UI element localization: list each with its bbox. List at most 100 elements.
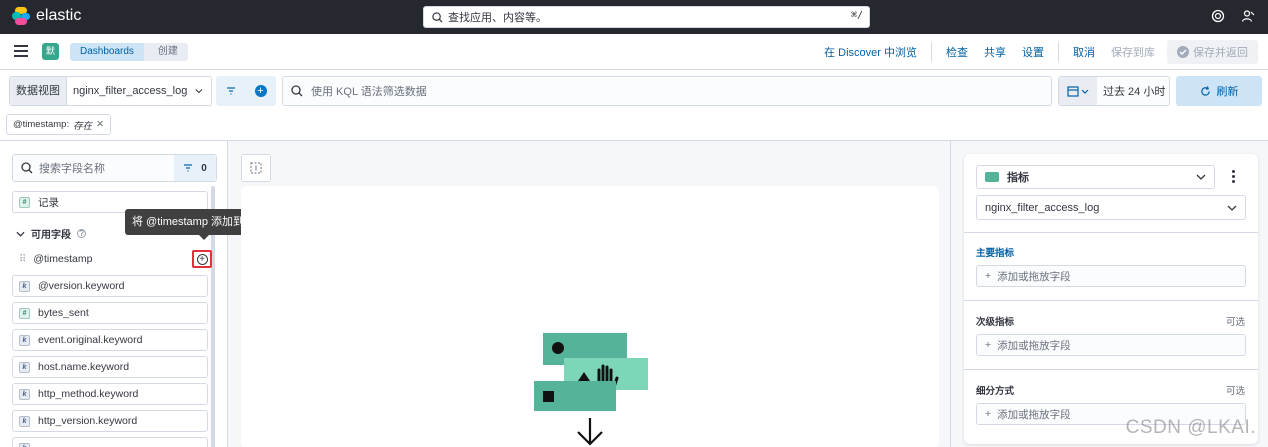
search-icon [432, 11, 443, 23]
plus-icon: + [985, 339, 992, 351]
filter-pill-value: 存在 [73, 120, 93, 132]
workspace-canvas[interactable] [241, 186, 939, 447]
plus-circle-icon: + [196, 253, 208, 265]
filter-buttons: + [216, 76, 276, 106]
layer-dataview-select[interactable]: nginx_filter_access_log [976, 195, 1246, 220]
question-icon[interactable]: ? [77, 229, 86, 238]
field-search-input[interactable]: 搜索字段名称 0 [12, 154, 217, 182]
search-icon [291, 85, 303, 97]
field-item[interactable]: k host.name.keyword [12, 356, 208, 378]
filter-icon[interactable] [226, 87, 236, 95]
dropzone-hint: 添加或拖放字段 [997, 339, 1071, 352]
elastic-logo[interactable]: elastic [12, 7, 81, 25]
app-header: 默 Dashboards 创建 在 Discover 中浏览 检查 共享 设置 … [0, 34, 1268, 70]
drag-handle-icon[interactable]: ⠿ [19, 254, 26, 265]
settings-link[interactable]: 设置 [1014, 44, 1052, 60]
chevron-down-icon [1227, 205, 1237, 211]
kql-placeholder: 使用 KQL 语法筛选数据 [311, 86, 427, 98]
menu-icon[interactable] [14, 45, 28, 57]
dataview-picker[interactable]: 数据视图 nginx_filter_access_log [9, 76, 212, 106]
secondary-metric-dropzone[interactable]: + 添加或拖放字段 [976, 334, 1246, 356]
field-label: bytes_sent [38, 307, 89, 319]
header-actions: 在 Discover 中浏览 检查 共享 设置 取消 保存到库 保存并返回 [816, 34, 1258, 70]
inspect-link[interactable]: 检查 [938, 44, 976, 60]
available-fields-header[interactable]: 可用字段 ? [16, 226, 86, 241]
field-label: host.name.keyword [38, 361, 130, 373]
cancel-link[interactable]: 取消 [1065, 44, 1103, 60]
calendar-icon[interactable] [1059, 77, 1097, 105]
keyword-type-icon: k [19, 334, 30, 346]
number-type-icon: # [19, 307, 30, 319]
field-item[interactable]: k http_method.keyword [12, 383, 208, 405]
filter-icon [184, 164, 193, 172]
space-avatar[interactable]: 默 [42, 43, 59, 60]
divider [964, 300, 1258, 301]
kql-search-input[interactable]: 使用 KQL 语法筛选数据 [282, 76, 1052, 106]
help-icon[interactable] [1210, 9, 1226, 25]
dataview-value: nginx_filter_access_log [73, 85, 188, 97]
explore-in-discover-link[interactable]: 在 Discover 中浏览 [816, 44, 925, 60]
field-filter-button[interactable]: 0 [174, 155, 216, 181]
share-link[interactable]: 共享 [976, 44, 1014, 60]
breadcrumb: Dashboards 创建 [70, 43, 188, 61]
breadcrumb-dashboards[interactable]: Dashboards [70, 43, 144, 61]
field-search-placeholder: 搜索字段名称 [39, 163, 105, 175]
dropzone-hint: 添加或拖放字段 [997, 270, 1071, 283]
lens-editor: 搜索字段名称 0 # 记录 可用字段 ? ⠿ @timestamp k @ver… [0, 140, 1268, 447]
field-item[interactable]: # bytes_sent [12, 302, 208, 324]
chevron-down-icon [16, 231, 25, 237]
optional-label: 可选 [1225, 317, 1245, 328]
elastic-logo-icon [12, 7, 30, 25]
visualization-type-select[interactable]: 指标 [976, 165, 1215, 189]
workspace [229, 141, 951, 447]
secondary-metric-label: 次级指标 [976, 317, 1015, 328]
save-and-return-label: 保存并返回 [1193, 47, 1248, 59]
field-item[interactable]: ⠿ @timestamp [12, 248, 208, 270]
dropzone-hint: 添加或拖放字段 [997, 408, 1071, 421]
field-item[interactable]: k @version.keyword [12, 275, 208, 297]
date-picker[interactable]: 过去 24 小时 [1058, 76, 1170, 106]
drag-drop-illustration [534, 333, 648, 446]
config-sidebar: 指标 nginx_filter_access_log 主要指标 + 添加或拖放字… [950, 141, 1268, 447]
search-shortcut: ⌘/ [850, 10, 863, 21]
global-search-input[interactable]: 查找应用、内容等。 ⌘/ [423, 6, 870, 28]
time-range-text: 过去 24 小时 [1103, 86, 1166, 98]
field-item[interactable]: k event.original.keyword [12, 329, 208, 351]
refresh-icon [1200, 85, 1210, 96]
header-divider [1058, 42, 1059, 62]
refresh-button[interactable]: 刷新 [1176, 76, 1262, 106]
save-and-return-button[interactable]: 保存并返回 [1167, 40, 1258, 64]
filter-pill[interactable]: @timestamp: 存在 ✕ [6, 114, 112, 135]
layer-dataview-label: nginx_filter_access_log [985, 201, 1100, 214]
field-label: @timestamp [33, 253, 93, 265]
keyword-type-icon: k [19, 388, 30, 400]
chevron-down-icon [195, 89, 203, 94]
add-field-to-workspace-button[interactable]: + [192, 250, 212, 268]
primary-metric-dropzone[interactable]: + 添加或拖放字段 [976, 265, 1246, 287]
keyword-type-icon: k [19, 415, 30, 427]
field-label: 记录 [38, 196, 59, 209]
watermark: CSDN @LKAI. [1125, 417, 1256, 438]
close-icon[interactable]: ✕ [96, 119, 104, 130]
refresh-label: 刷新 [1216, 86, 1239, 98]
dataview-label: 数据视图 [10, 77, 67, 105]
search-icon [21, 162, 33, 174]
field-item[interactable]: k [12, 437, 208, 447]
save-to-library-button[interactable]: 保存到库 [1103, 44, 1163, 60]
optional-label: 可选 [1225, 386, 1245, 397]
visualization-type-label: 指标 [1007, 172, 1029, 184]
top-navigation-bar: elastic 查找应用、内容等。 ⌘/ [0, 0, 1268, 34]
suggestions-toggle-icon[interactable] [241, 154, 271, 182]
field-item[interactable]: k http_version.keyword [12, 410, 208, 432]
field-filter-count: 0 [201, 162, 207, 174]
more-options-icon[interactable] [1228, 170, 1238, 184]
user-icon[interactable] [1240, 9, 1256, 25]
plus-icon: + [985, 408, 992, 420]
primary-metric-label: 主要指标 [976, 248, 1015, 259]
field-label: event.original.keyword [38, 334, 143, 346]
keyword-type-icon: k [19, 361, 30, 373]
header-divider [931, 42, 932, 62]
available-fields-title: 可用字段 [31, 230, 71, 241]
breakdown-label: 细分方式 [976, 386, 1015, 397]
add-filter-icon[interactable]: + [254, 85, 267, 97]
